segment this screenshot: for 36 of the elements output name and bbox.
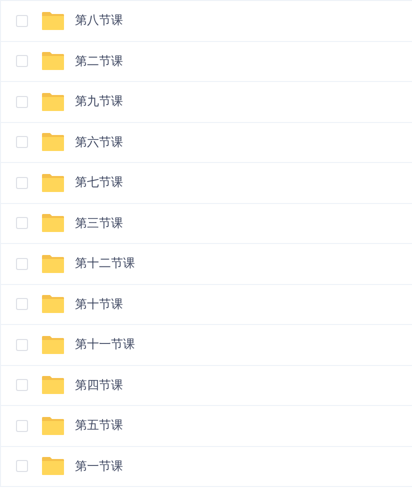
checkbox[interactable] <box>16 217 28 230</box>
folder-name[interactable]: 第八节课 <box>75 12 123 30</box>
folder-name[interactable]: 第九节课 <box>75 93 123 110</box>
checkbox[interactable] <box>16 420 28 432</box>
folder-name[interactable]: 第五节课 <box>75 417 123 434</box>
folder-icon <box>41 92 65 112</box>
checkbox[interactable] <box>16 258 28 270</box>
checkbox[interactable] <box>16 176 28 189</box>
folder-icon <box>41 213 65 234</box>
folder-icon <box>41 254 65 274</box>
folder-name[interactable]: 第一节课 <box>75 458 123 475</box>
folder-icon <box>41 416 65 436</box>
folder-icon <box>41 172 65 193</box>
checkbox[interactable] <box>16 379 28 392</box>
folder-name[interactable]: 第十二节课 <box>75 255 135 272</box>
checkbox[interactable] <box>16 338 28 351</box>
checkbox[interactable] <box>16 136 28 148</box>
folder-name[interactable]: 第四节课 <box>75 376 123 394</box>
checkbox[interactable] <box>16 55 28 68</box>
folder-name[interactable]: 第七节课 <box>75 174 123 192</box>
checkbox[interactable] <box>16 298 28 310</box>
folder-icon <box>41 375 65 396</box>
folder-name[interactable]: 第十一节课 <box>75 336 135 354</box>
folder-icon <box>41 132 65 152</box>
checkbox[interactable] <box>16 460 28 472</box>
folder-name[interactable]: 第六节课 <box>75 134 123 151</box>
folder-icon <box>41 10 65 31</box>
folder-icon <box>41 294 65 314</box>
folder-icon <box>41 51 65 72</box>
checkbox[interactable] <box>16 96 28 108</box>
folder-icon <box>41 334 65 355</box>
folder-name[interactable]: 第二节课 <box>75 52 123 70</box>
folder-name[interactable]: 第十节课 <box>75 296 123 313</box>
folder-name[interactable]: 第三节课 <box>75 214 123 232</box>
checkbox[interactable] <box>16 14 28 27</box>
folder-icon <box>41 456 65 476</box>
